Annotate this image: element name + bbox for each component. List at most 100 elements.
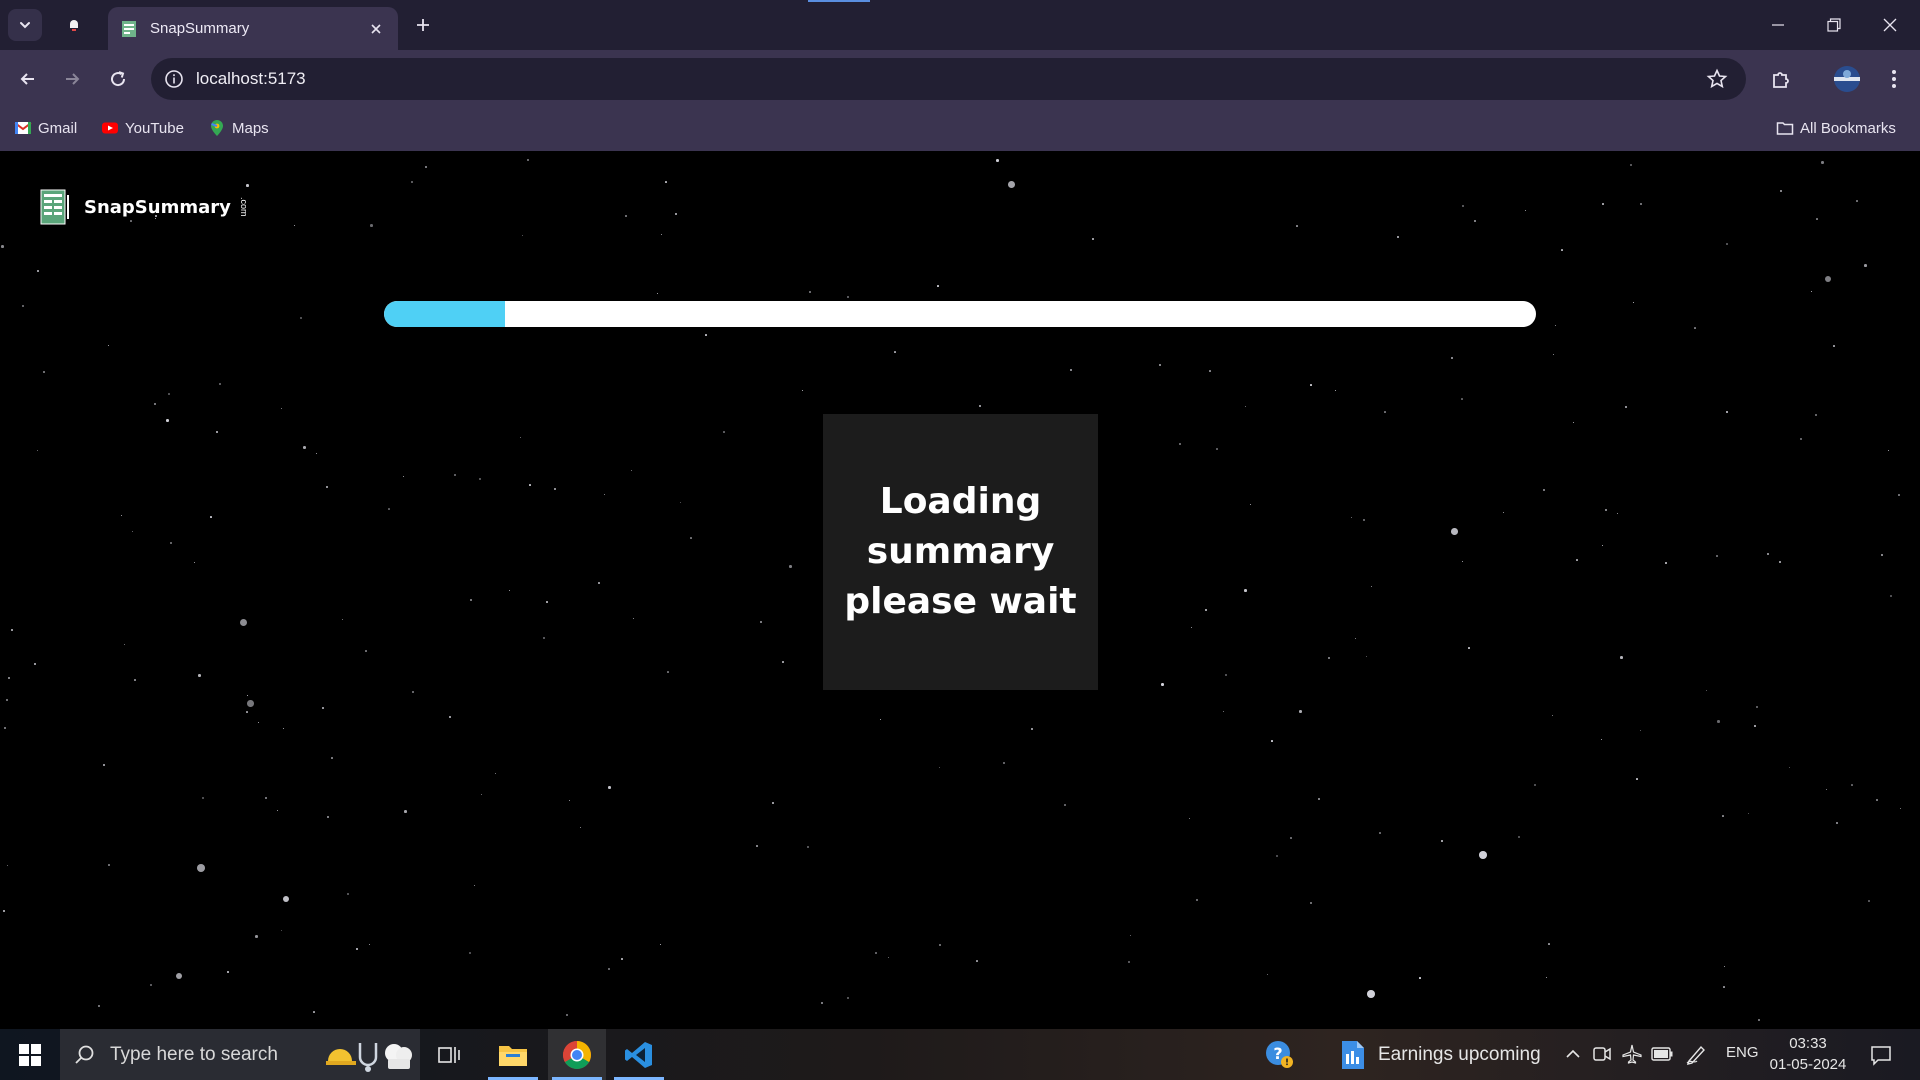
bookmark-youtube[interactable]: YouTube — [101, 116, 184, 140]
star-dot — [1223, 711, 1225, 713]
gmail-icon — [14, 122, 32, 134]
pinned-tab[interactable] — [62, 13, 86, 37]
close-window-button[interactable] — [1862, 0, 1918, 50]
chat-bubble-icon — [1871, 1046, 1891, 1066]
battery-tray[interactable] — [1650, 1042, 1674, 1066]
star-dot — [1561, 249, 1563, 251]
star-dot — [365, 650, 367, 652]
star-dot — [7, 865, 9, 867]
help-icon: ? — [1266, 1041, 1293, 1068]
get-help-button[interactable]: ? — [1264, 1039, 1294, 1069]
star-dot — [1825, 276, 1832, 283]
star-dot — [1601, 739, 1602, 740]
star-dot — [690, 537, 692, 539]
taskbar-file-explorer[interactable] — [484, 1029, 542, 1080]
taskbar-search-box[interactable]: Type here to search — [60, 1029, 420, 1080]
star-dot — [1371, 586, 1373, 588]
news-widget[interactable]: Earnings upcoming — [1340, 1029, 1541, 1080]
star-dot — [1159, 364, 1162, 367]
star-dot — [154, 403, 157, 406]
star-dot — [608, 968, 611, 971]
star-dot — [1602, 203, 1604, 205]
star-dot — [1836, 822, 1839, 825]
airplane-mode-tray[interactable] — [1620, 1042, 1644, 1066]
bookmark-maps[interactable]: Maps — [208, 116, 269, 140]
close-icon — [1883, 18, 1897, 32]
star-dot — [1546, 977, 1548, 979]
taskbar-vscode[interactable] — [610, 1029, 668, 1080]
star-dot — [529, 484, 531, 486]
document-logo-icon — [40, 189, 69, 225]
profile-avatar[interactable] — [1829, 61, 1865, 97]
restore-icon — [1827, 18, 1841, 32]
forward-button[interactable] — [56, 63, 88, 95]
star-dot — [1216, 448, 1218, 450]
notification-center-button[interactable] — [1866, 1040, 1896, 1070]
url-text[interactable]: localhost:5173 — [196, 69, 306, 89]
star-dot — [168, 393, 170, 395]
info-icon[interactable] — [163, 68, 185, 90]
star-dot — [327, 816, 329, 818]
bookmark-gmail[interactable]: Gmail — [14, 116, 77, 140]
star-dot — [1462, 561, 1464, 563]
star-dot — [316, 453, 318, 455]
star-dot — [1196, 899, 1199, 902]
tab-search-button[interactable] — [8, 9, 42, 41]
star-dot — [1205, 609, 1207, 611]
star-dot — [888, 957, 890, 959]
star-dot — [554, 488, 556, 490]
star-dot — [1617, 513, 1619, 515]
start-button[interactable] — [0, 1029, 60, 1080]
star-dot — [403, 476, 405, 478]
address-bar[interactable]: localhost:5173 — [151, 58, 1746, 100]
app-logo[interactable]: SnapSummary .com — [40, 189, 249, 225]
star-dot — [621, 958, 623, 960]
minimize-button[interactable] — [1750, 0, 1806, 50]
close-icon — [371, 23, 381, 34]
chrome-icon — [563, 1040, 591, 1069]
task-view-button[interactable] — [420, 1029, 478, 1080]
star-dot — [1851, 784, 1853, 786]
star-dot — [1351, 517, 1353, 519]
star-dot — [1640, 730, 1642, 732]
star-dot — [1694, 327, 1696, 329]
star-dot — [1876, 799, 1878, 801]
pen-tray[interactable] — [1684, 1042, 1708, 1066]
tab-snapsummary[interactable]: SnapSummary — [108, 7, 398, 50]
clock[interactable]: 03:33 01-05-2024 — [1766, 1033, 1850, 1075]
star-dot — [1881, 554, 1884, 557]
star-dot — [1640, 203, 1643, 206]
bookmark-star-icon[interactable] — [1706, 68, 1728, 90]
star-dot — [1525, 210, 1527, 212]
star-dot — [760, 621, 763, 624]
reload-button[interactable] — [102, 63, 134, 95]
star-dot — [1723, 986, 1725, 988]
extensions-button[interactable] — [1763, 61, 1799, 97]
restore-button[interactable] — [1806, 0, 1862, 50]
star-dot — [527, 159, 530, 162]
taskbar-chrome[interactable] — [548, 1029, 606, 1080]
star-dot — [1468, 647, 1470, 649]
new-tab-button[interactable] — [410, 12, 436, 38]
star-dot — [240, 619, 248, 627]
language-indicator[interactable]: ENG — [1726, 1044, 1759, 1061]
browser-chrome: SnapSummary localhost:5173 Gmail YouTube… — [0, 0, 1920, 151]
loading-message: Loading summary please wait — [841, 477, 1081, 627]
star-dot — [8, 677, 11, 680]
star-dot — [1419, 977, 1421, 979]
back-button[interactable] — [12, 63, 44, 95]
logo-tld: .com — [238, 197, 249, 217]
show-hidden-icons-button[interactable] — [1561, 1042, 1585, 1066]
meet-now-tray[interactable] — [1590, 1042, 1614, 1066]
browser-menu-button[interactable] — [1876, 61, 1912, 97]
tab-close-button[interactable] — [366, 19, 386, 39]
star-dot — [675, 213, 678, 216]
star-dot — [1717, 720, 1720, 723]
all-bookmarks-button[interactable]: All Bookmarks — [1776, 116, 1896, 140]
star-dot — [1821, 161, 1824, 164]
star-dot — [661, 234, 663, 236]
star-dot — [1726, 243, 1728, 245]
star-dot — [495, 773, 497, 775]
star-dot — [939, 944, 941, 946]
star-dot — [802, 390, 804, 392]
